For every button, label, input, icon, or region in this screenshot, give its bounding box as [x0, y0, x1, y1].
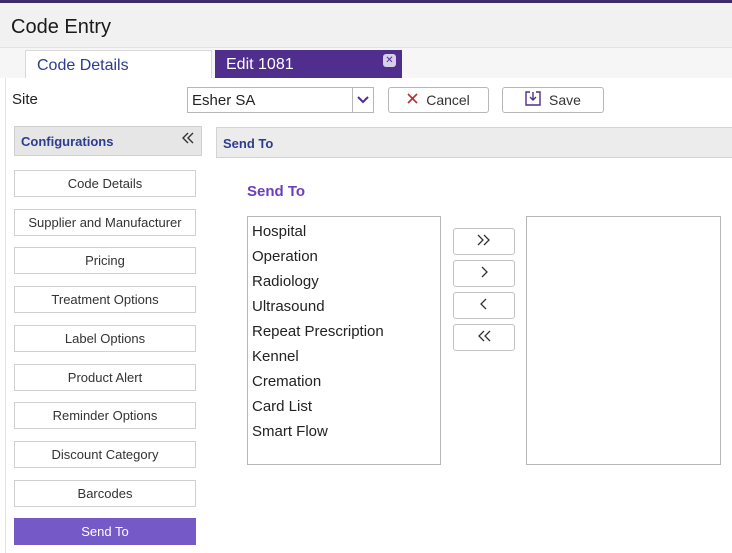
- sidebar-item-treatment-options[interactable]: Treatment Options: [14, 286, 196, 313]
- list-item[interactable]: Repeat Prescription: [248, 319, 440, 344]
- tab-code-details-label: Code Details: [37, 57, 129, 74]
- list-item[interactable]: Card List: [248, 394, 440, 419]
- available-list[interactable]: Hospital Operation Radiology Ultrasound …: [247, 216, 441, 465]
- save-button-label: Save: [549, 92, 581, 108]
- page-title: Code Entry: [11, 16, 112, 38]
- tab-code-details[interactable]: Code Details: [25, 50, 212, 78]
- cancel-button-label: Cancel: [426, 92, 470, 108]
- sidebar-item-label: Send To: [81, 524, 129, 539]
- panel-header: Send To: [216, 127, 732, 158]
- list-item[interactable]: Operation: [248, 244, 440, 269]
- sidebar-item-send-to[interactable]: Send To: [14, 518, 196, 545]
- selected-list[interactable]: [526, 216, 721, 465]
- site-select-value: Esher SA: [192, 92, 256, 109]
- tab-edit[interactable]: Edit 1081 ✕: [215, 50, 402, 78]
- sidebar-item-label: Treatment Options: [51, 292, 159, 307]
- move-all-left-button[interactable]: [453, 324, 515, 351]
- list-item[interactable]: Cremation: [248, 369, 440, 394]
- title-bar: Code Entry: [0, 3, 732, 48]
- list-item[interactable]: Hospital: [248, 219, 440, 244]
- move-all-right-button[interactable]: [453, 228, 515, 255]
- sidebar-item-label: Product Alert: [67, 370, 143, 385]
- list-item[interactable]: Kennel: [248, 344, 440, 369]
- tab-edit-label: Edit 1081: [226, 56, 294, 73]
- panel-header-label: Send To: [223, 136, 274, 151]
- move-left-button[interactable]: [453, 292, 515, 319]
- double-chevron-left-icon: [476, 329, 492, 347]
- sidebar-item-label: Barcodes: [77, 486, 133, 501]
- sidebar-item-label: Code Details: [67, 176, 143, 191]
- sidebar-item-barcodes[interactable]: Barcodes: [14, 480, 196, 507]
- sidebar-header-label: Configurations: [21, 134, 114, 149]
- save-icon: [525, 91, 541, 109]
- sidebar-header: Configurations: [14, 126, 202, 156]
- tab-strip: Code Details Edit 1081 ✕: [0, 48, 732, 78]
- list-item[interactable]: Smart Flow: [248, 419, 440, 444]
- chevron-left-icon: [479, 297, 489, 315]
- sidebar-item-label: Supplier and Manufacturer: [28, 215, 182, 230]
- x-icon: [407, 91, 418, 109]
- section-title: Send To: [247, 183, 306, 200]
- sidebar-item-label: Label Options: [64, 331, 146, 346]
- sidebar-item-supplier-and-manufacturer[interactable]: Supplier and Manufacturer: [14, 209, 196, 236]
- cancel-button[interactable]: Cancel: [388, 87, 489, 113]
- site-label: Site: [12, 91, 38, 108]
- sidebar-item-label: Pricing: [85, 253, 125, 268]
- sidebar-item-product-alert[interactable]: Product Alert: [14, 364, 196, 391]
- sidebar-item-code-details[interactable]: Code Details: [14, 170, 196, 197]
- double-chevron-left-icon[interactable]: [181, 130, 195, 150]
- chevron-down-icon[interactable]: [352, 88, 373, 112]
- chevron-right-icon: [479, 265, 489, 283]
- sidebar-item-discount-category[interactable]: Discount Category: [14, 441, 196, 468]
- sidebar-item-label: Discount Category: [51, 447, 159, 462]
- site-select[interactable]: Esher SA: [187, 87, 374, 113]
- sidebar-item-pricing[interactable]: Pricing: [14, 247, 196, 274]
- close-icon[interactable]: ✕: [383, 54, 396, 67]
- move-right-button[interactable]: [453, 260, 515, 287]
- save-button[interactable]: Save: [502, 87, 604, 113]
- sidebar-item-reminder-options[interactable]: Reminder Options: [14, 402, 196, 429]
- list-item[interactable]: Radiology: [248, 269, 440, 294]
- list-item[interactable]: Ultrasound: [248, 294, 440, 319]
- sidebar-item-label: Reminder Options: [52, 408, 158, 423]
- double-chevron-right-icon: [476, 233, 492, 251]
- sidebar-item-label-options[interactable]: Label Options: [14, 325, 196, 352]
